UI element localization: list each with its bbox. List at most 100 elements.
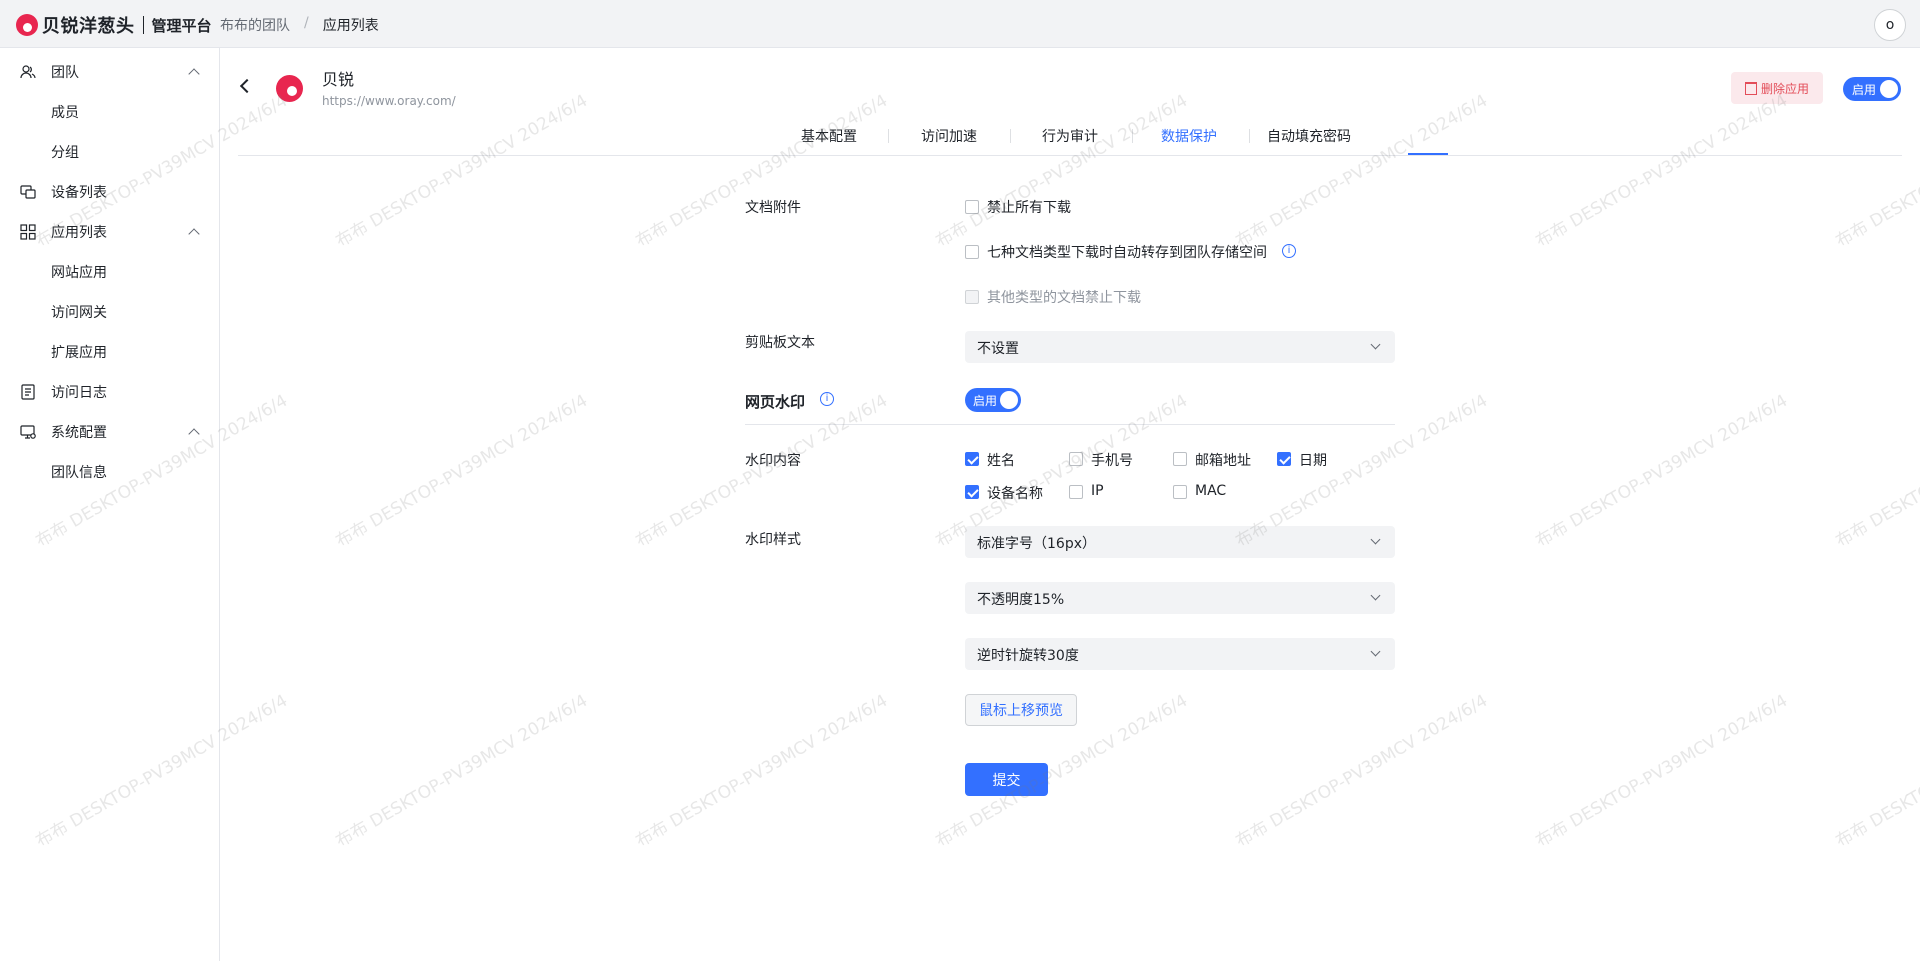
apps-grid-icon [20, 224, 36, 240]
block-all-downloads-checkbox[interactable] [965, 200, 979, 214]
ip-checkbox[interactable] [1069, 485, 1083, 499]
sidebar: 团队 成员 分组 设备列表 应用列表 网站应用 访问网关 扩展应用 访问日志 系… [0, 48, 220, 961]
sidebar-item-gateway[interactable]: 访问网关 [0, 292, 220, 332]
toggle-knob [1880, 80, 1898, 98]
sidebar-item-web-apps[interactable]: 网站应用 [0, 252, 220, 292]
name-checkbox[interactable] [965, 452, 979, 466]
doc-attachment-label: 文档附件 [745, 200, 801, 216]
tab-divider [1010, 129, 1011, 143]
sidebar-item-logs[interactable]: 访问日志 [0, 372, 220, 412]
tab-divider [1132, 129, 1133, 143]
delete-app-button[interactable]: 删除应用 [1731, 72, 1823, 104]
app-enable-toggle[interactable]: 启用 [1843, 77, 1901, 101]
watermark-text: 布布 DESKTOP-PV39MCV 2024/6/4 [1532, 690, 1792, 852]
email-checkbox[interactable] [1173, 452, 1187, 466]
mac-checkbox[interactable] [1173, 485, 1187, 499]
chevron-down-icon [1370, 590, 1381, 601]
back-arrow-icon[interactable] [239, 78, 255, 94]
device-name-checkbox[interactable] [965, 485, 979, 499]
tab-access-acceleration[interactable]: 访问加速 [921, 126, 977, 146]
rotation-select-value: 逆时针旋转30度 [977, 648, 1079, 664]
chevron-down-icon [1370, 646, 1381, 657]
tab-divider [1249, 129, 1250, 143]
sidebar-item-team[interactable]: 团队 [0, 52, 220, 92]
sidebar-item-extensions[interactable]: 扩展应用 [0, 332, 220, 372]
submit-button[interactable]: 提交 [965, 763, 1048, 796]
info-icon[interactable]: i [820, 392, 834, 406]
date-checkbox[interactable] [1277, 452, 1291, 466]
chevron-down-icon [1370, 339, 1381, 350]
brand-divider [142, 16, 144, 34]
breadcrumb-team[interactable]: 布布的团队 [220, 15, 290, 35]
sidebar-item-label: 网站应用 [51, 265, 107, 281]
name-checkbox-label: 姓名 [987, 453, 1015, 469]
tab-basic-config[interactable]: 基本配置 [801, 126, 857, 146]
toggle-label: 启用 [1852, 82, 1877, 97]
font-size-select-value: 标准字号（16px） [977, 536, 1096, 552]
clipboard-select-value: 不设置 [977, 341, 1019, 357]
tab-behavior-audit[interactable]: 行为审计 [1042, 126, 1098, 146]
watermark-text: 布布 DESKTOP-PV39MCV 2024/6/4 [1232, 690, 1492, 852]
brand-logo-icon [16, 14, 38, 36]
chevron-up-icon [188, 228, 200, 240]
chevron-down-icon [1370, 534, 1381, 545]
mac-checkbox-label: MAC [1195, 483, 1227, 499]
watermark-text: 布布 DESKTOP-PV39MCV 2024/6/4 [332, 390, 592, 552]
auto-save-docs-label: 七种文档类型下载时自动转存到团队存储空间 [987, 245, 1267, 261]
sidebar-item-label: 团队信息 [51, 465, 107, 481]
sidebar-item-team-info[interactable]: 团队信息 [0, 452, 220, 492]
breadcrumb-current: 应用列表 [322, 18, 379, 34]
watermark-text: 布布 DESKTOP-PV39MCV 2024/6/4 [332, 690, 592, 852]
sidebar-item-members[interactable]: 成员 [0, 92, 220, 132]
hover-preview-button[interactable]: 鼠标上移预览 [965, 694, 1077, 726]
toggle-knob [1000, 391, 1018, 409]
font-size-select[interactable]: 标准字号（16px） [965, 526, 1395, 558]
watermark-text: 布布 DESKTOP-PV39MCV 2024/6/4 [632, 90, 892, 252]
top-bar: 贝锐洋葱头 管理平台 布布的团队 / 应用列表 o [0, 0, 1920, 48]
opacity-select[interactable]: 不透明度15% [965, 582, 1395, 614]
trash-icon [1744, 81, 1757, 95]
email-checkbox-label: 邮箱地址 [1195, 453, 1251, 469]
tab-data-protection[interactable]: 数据保护 [1161, 126, 1217, 146]
block-all-downloads-label: 禁止所有下载 [987, 200, 1071, 216]
delete-app-label: 删除应用 [1760, 81, 1809, 96]
watermark-text: 布布 DESKTOP-PV39MCV 2024/6/4 [1532, 90, 1792, 252]
chevron-up-icon [188, 68, 200, 80]
watermark-text: 布布 DESKTOP-PV39MCV 2024/6/4 [1232, 90, 1492, 252]
toggle-label: 启用 [973, 394, 998, 408]
settings-monitor-icon [20, 425, 36, 439]
phone-checkbox[interactable] [1069, 452, 1083, 466]
team-icon [20, 65, 36, 79]
tab-divider [888, 129, 889, 143]
phone-checkbox-label: 手机号 [1091, 453, 1133, 469]
sidebar-item-label: 扩展应用 [51, 345, 107, 361]
auto-save-docs-checkbox[interactable] [965, 245, 979, 259]
brand-name: 贝锐洋葱头 [42, 16, 135, 37]
watermark-text: 布布 DESKTOP-PV39MCV 2024/6/4 [332, 90, 592, 252]
watermark-text: 布布 DESKTOP-PV39MCV 2024/6/4 [932, 90, 1192, 252]
chevron-up-icon [188, 428, 200, 440]
sidebar-item-system[interactable]: 系统配置 [0, 412, 220, 452]
ip-checkbox-label: IP [1091, 483, 1104, 499]
tab-autofill-password[interactable]: 自动填充密码 [1267, 126, 1351, 146]
watermark-text: 布布 DESKTOP-PV39MCV 2024/6/4 [1832, 691, 1920, 852]
user-avatar[interactable]: o [1874, 9, 1906, 41]
info-icon[interactable]: i [1282, 244, 1296, 258]
brand-logo[interactable]: 贝锐洋葱头 管理平台 [16, 12, 212, 38]
opacity-select-value: 不透明度15% [977, 592, 1065, 608]
watermark-toggle[interactable]: 启用 [965, 388, 1021, 412]
tab-bar: 基本配置 访问加速 行为审计 数据保护 自动填充密码 [238, 120, 1902, 156]
device-name-checkbox-label: 设备名称 [987, 486, 1043, 502]
block-other-docs-label: 其他类型的文档禁止下载 [987, 290, 1141, 306]
clipboard-select[interactable]: 不设置 [965, 331, 1395, 363]
devices-icon [20, 185, 36, 199]
sidebar-item-label: 设备列表 [51, 185, 107, 201]
watermark-section-title: 网页水印 [745, 393, 806, 411]
sidebar-item-groups[interactable]: 分组 [0, 132, 220, 172]
app-name: 贝锐 [322, 70, 355, 89]
watermark-text: 布布 DESKTOP-PV39MCV 2024/6/4 [632, 690, 892, 852]
sidebar-item-apps[interactable]: 应用列表 [0, 212, 220, 252]
watermark-content-label: 水印内容 [745, 453, 801, 469]
rotation-select[interactable]: 逆时针旋转30度 [965, 638, 1395, 670]
sidebar-item-devices[interactable]: 设备列表 [0, 172, 220, 212]
